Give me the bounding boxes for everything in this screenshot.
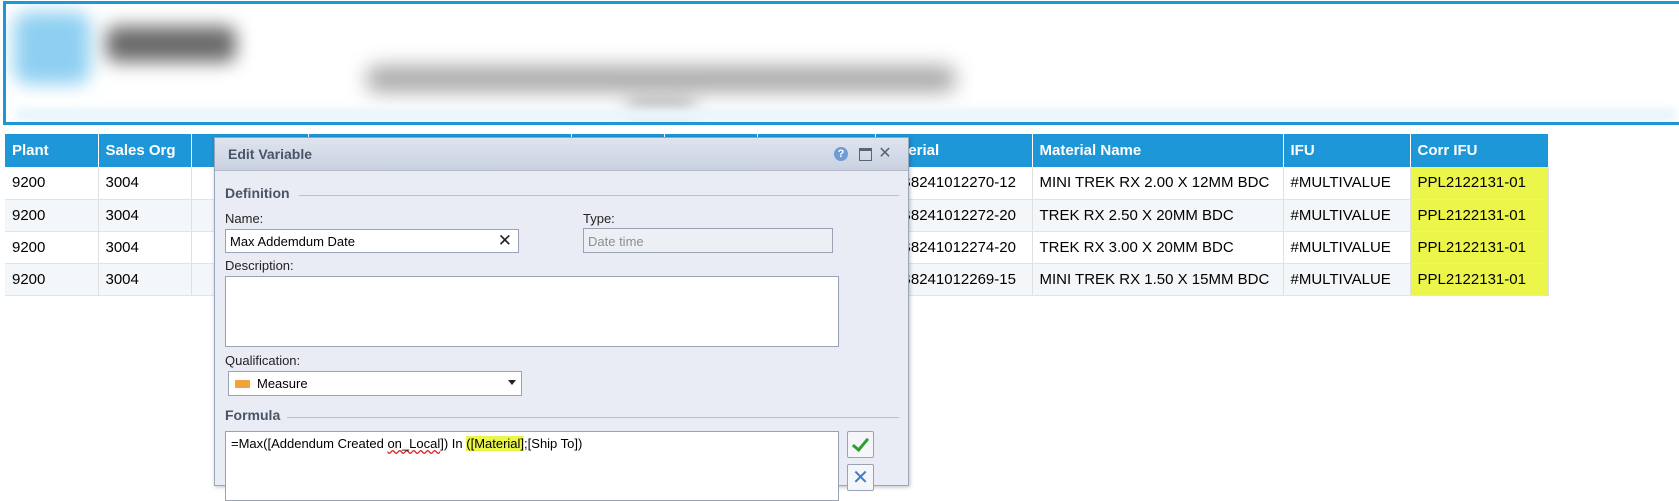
cell-material-name[interactable]: MINI TREK RX 2.00 X 12MM BDC [1032,167,1284,200]
company-logo-icon [14,12,90,84]
chevron-down-icon[interactable] [508,380,516,385]
formula-highlighted-token: ([Material] [466,436,525,451]
cell-ifu[interactable]: #MULTIVALUE [1283,231,1411,264]
cell-plant[interactable]: 9200 [5,167,99,200]
close-icon[interactable]: ✕ [877,146,893,162]
column-header-material-name[interactable]: Material Name [1032,134,1284,167]
column-header-sales-org[interactable]: Sales Org [98,134,192,167]
column-header-plant[interactable]: Plant [5,134,99,167]
maximize-icon[interactable] [857,146,873,162]
cell-material-name[interactable]: TREK RX 2.50 X 20MM BDC [1032,199,1284,232]
formula-text: ]) In [440,436,467,451]
cell-sales-org[interactable]: 3004 [98,263,192,296]
qualification-value: Measure [257,376,308,391]
dialog-title: Edit Variable [228,146,313,162]
validate-formula-button[interactable] [847,431,874,458]
cell-ifu[interactable]: #MULTIVALUE [1283,263,1411,296]
cell-plant[interactable]: 9200 [5,231,99,264]
formula-editor[interactable]: =Max([Addendum Created on_Local]) In ([M… [225,431,839,501]
type-field[interactable]: Date time [583,228,833,253]
section-divider [287,417,899,418]
qualification-select[interactable]: Measure [228,371,522,396]
cell-material-name[interactable]: MINI TREK RX 1.50 X 15MM BDC [1032,263,1284,296]
formula-misspelled-token: on_Local [387,436,441,451]
column-header-ifu[interactable]: IFU [1283,134,1411,167]
cell-corr-ifu[interactable]: PPL2122131-01 [1410,263,1549,296]
cell-sales-org[interactable]: 3004 [98,231,192,264]
report-header-banner [3,1,1679,125]
cell-material-name[interactable]: TREK RX 3.00 X 20MM BDC [1032,231,1284,264]
dialog-title-bar[interactable]: Edit Variable ? ✕ [215,138,908,171]
qualification-label: Qualification: [225,353,301,368]
report-title-blurred [366,66,956,92]
measure-icon [235,380,250,388]
cell-ifu[interactable]: #MULTIVALUE [1283,199,1411,232]
clear-icon[interactable]: ✕ [498,231,512,251]
formula-section-label: Formula [225,407,281,423]
company-logo-text-blurred [106,26,236,62]
definition-section-label: Definition [225,185,290,201]
cell-sales-org[interactable]: 3004 [98,199,192,232]
cell-corr-ifu[interactable]: PPL2122131-01 [1410,199,1549,232]
type-label: Type: [583,211,615,226]
description-label: Description: [225,258,294,273]
name-field-value: Max Addemdum Date [230,234,356,249]
cell-sales-org[interactable]: 3004 [98,167,192,200]
formula-text: =Max([Addendum Created [231,436,388,451]
cell-plant[interactable]: 9200 [5,199,99,232]
name-label: Name: [225,211,264,226]
edit-variable-dialog: Edit Variable ? ✕ Definition Name: Max A… [214,137,909,501]
cell-corr-ifu[interactable]: PPL2122131-01 [1410,231,1549,264]
cell-ifu[interactable]: #MULTIVALUE [1283,167,1411,200]
description-field[interactable] [225,276,839,347]
cancel-formula-button[interactable]: ✕ [847,464,874,491]
name-field[interactable]: Max Addemdum Date ✕ [225,229,519,253]
column-header-corr-ifu[interactable]: Corr IFU [1410,134,1549,167]
formula-text: ;[Ship To]) [524,436,583,451]
cell-plant[interactable]: 9200 [5,263,99,296]
banner-divider [16,108,1676,122]
checkmark-icon [851,433,870,453]
help-icon[interactable]: ? [834,147,848,161]
cell-corr-ifu[interactable]: PPL2122131-01 [1410,167,1549,200]
section-divider [299,195,899,196]
